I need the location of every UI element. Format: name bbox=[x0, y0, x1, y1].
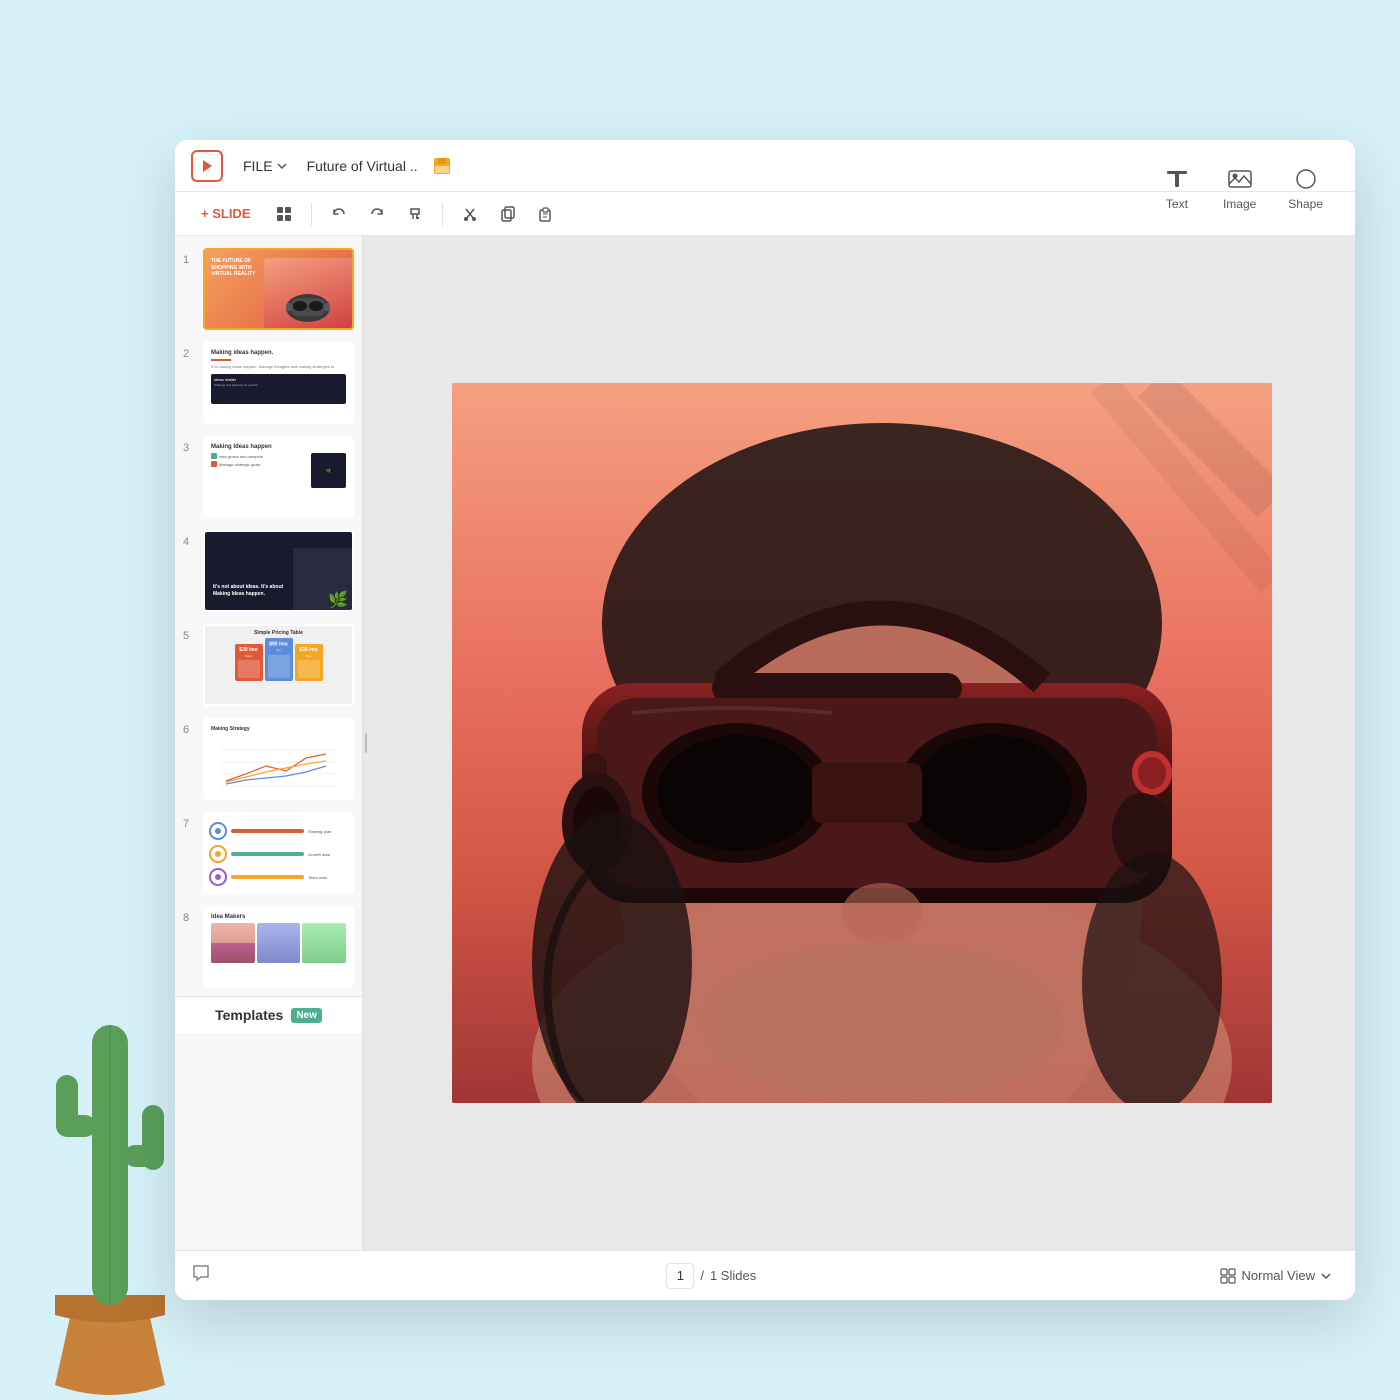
toolbar-divider-2 bbox=[442, 202, 443, 226]
shape-icon bbox=[1292, 165, 1320, 193]
slide-item-3[interactable]: 3 Making Ideas happen Idea grows and pro… bbox=[175, 432, 362, 522]
slide-number-3: 3 bbox=[183, 442, 197, 454]
app-window: FILE Future of Virtual .. + SLIDE bbox=[175, 140, 1355, 1300]
toolbar-divider-1 bbox=[311, 202, 312, 226]
grid-view-button[interactable] bbox=[269, 199, 299, 229]
image-tool[interactable]: Image bbox=[1211, 157, 1268, 219]
canvas-area bbox=[369, 236, 1355, 1250]
slide-item-8[interactable]: 8 Idea Makers bbox=[175, 902, 362, 992]
slide-item-1[interactable]: 1 bbox=[175, 244, 362, 334]
slide-thumb-2: Making ideas happen. It is making ideas … bbox=[203, 342, 354, 424]
undo-button[interactable] bbox=[324, 199, 354, 229]
chevron-down-icon bbox=[277, 163, 287, 169]
slide-thumb-7: Strategy plan Growth data bbox=[203, 812, 354, 894]
view-mode-selector[interactable]: Normal View bbox=[1212, 1264, 1339, 1288]
copy-button[interactable] bbox=[493, 199, 523, 229]
slide-number-input[interactable] bbox=[666, 1263, 694, 1289]
templates-button[interactable]: Templates New bbox=[175, 996, 362, 1033]
shape-tool[interactable]: Shape bbox=[1276, 157, 1335, 219]
text-icon bbox=[1163, 165, 1191, 193]
slide-item-7[interactable]: 7 Strategy plan bbox=[175, 808, 362, 898]
status-left bbox=[191, 1263, 211, 1288]
main-content: 1 bbox=[175, 236, 1355, 1250]
slide-thumb-3: Making Ideas happen Idea grows and prosp… bbox=[203, 436, 354, 518]
slide-separator: / bbox=[700, 1268, 704, 1283]
comment-icon[interactable] bbox=[191, 1263, 211, 1288]
slide-number-1: 1 bbox=[183, 254, 197, 266]
slide-item-2[interactable]: 2 Making ideas happen. It is making idea… bbox=[175, 338, 362, 428]
slide-image bbox=[452, 383, 1272, 1103]
slide-navigation: / 1 Slides bbox=[666, 1263, 756, 1289]
image-tool-label: Image bbox=[1223, 197, 1256, 211]
format-paint-button[interactable] bbox=[400, 199, 430, 229]
slides-panel: 1 bbox=[175, 236, 363, 1250]
vr-illustration bbox=[452, 383, 1272, 1103]
slide-item-6[interactable]: 6 Making Strategy bbox=[175, 714, 362, 804]
view-mode-icon bbox=[1220, 1268, 1236, 1284]
add-slide-button[interactable]: + SLIDE bbox=[191, 201, 261, 226]
slide-item-4[interactable]: 4 It's not about ideas. It's about Makin… bbox=[175, 526, 362, 616]
slide-item-5[interactable]: 5 Simple Pricing Table $30 /mo Basic $90… bbox=[175, 620, 362, 710]
slide-number-8: 8 bbox=[183, 912, 197, 924]
slide-thumb-6: Making Strategy bbox=[203, 718, 354, 800]
document-title: Future of Virtual .. bbox=[307, 158, 418, 174]
right-toolbar: Text Image Shape bbox=[1131, 140, 1355, 236]
save-button[interactable] bbox=[430, 154, 454, 178]
cut-button[interactable] bbox=[455, 199, 485, 229]
slide-total: 1 Slides bbox=[710, 1268, 756, 1283]
paste-button[interactable] bbox=[531, 199, 561, 229]
play-button[interactable] bbox=[191, 150, 223, 182]
file-label: FILE bbox=[243, 158, 273, 174]
redo-button[interactable] bbox=[362, 199, 392, 229]
file-menu[interactable]: FILE bbox=[235, 154, 295, 178]
slide-number-2: 2 bbox=[183, 348, 197, 360]
new-badge: New bbox=[291, 1008, 322, 1023]
slide-number-4: 4 bbox=[183, 536, 197, 548]
slide-thumb-4: It's not about ideas. It's about Making … bbox=[203, 530, 354, 612]
text-tool-label: Text bbox=[1166, 197, 1188, 211]
slide-thumb-1: THE FUTURE OFSHOPPING WITHVIRTUAL REALIT… bbox=[203, 248, 354, 330]
slide-canvas bbox=[452, 383, 1272, 1103]
templates-label: Templates bbox=[215, 1007, 283, 1023]
shape-tool-label: Shape bbox=[1288, 197, 1323, 211]
slide-thumb-5: Simple Pricing Table $30 /mo Basic $90 /… bbox=[203, 624, 354, 706]
slide-number-7: 7 bbox=[183, 818, 197, 830]
status-bar: / 1 Slides Normal View bbox=[175, 1250, 1355, 1300]
separator-handle bbox=[365, 733, 367, 753]
cactus-decoration bbox=[20, 945, 200, 1400]
slide-thumb-8: Idea Makers bbox=[203, 906, 354, 988]
slide-number-6: 6 bbox=[183, 724, 197, 736]
view-mode-label: Normal View bbox=[1242, 1268, 1315, 1283]
image-icon bbox=[1226, 165, 1254, 193]
save-icon bbox=[432, 157, 452, 175]
view-chevron-icon bbox=[1321, 1273, 1331, 1279]
slide-number-5: 5 bbox=[183, 630, 197, 642]
text-tool[interactable]: Text bbox=[1151, 157, 1203, 219]
